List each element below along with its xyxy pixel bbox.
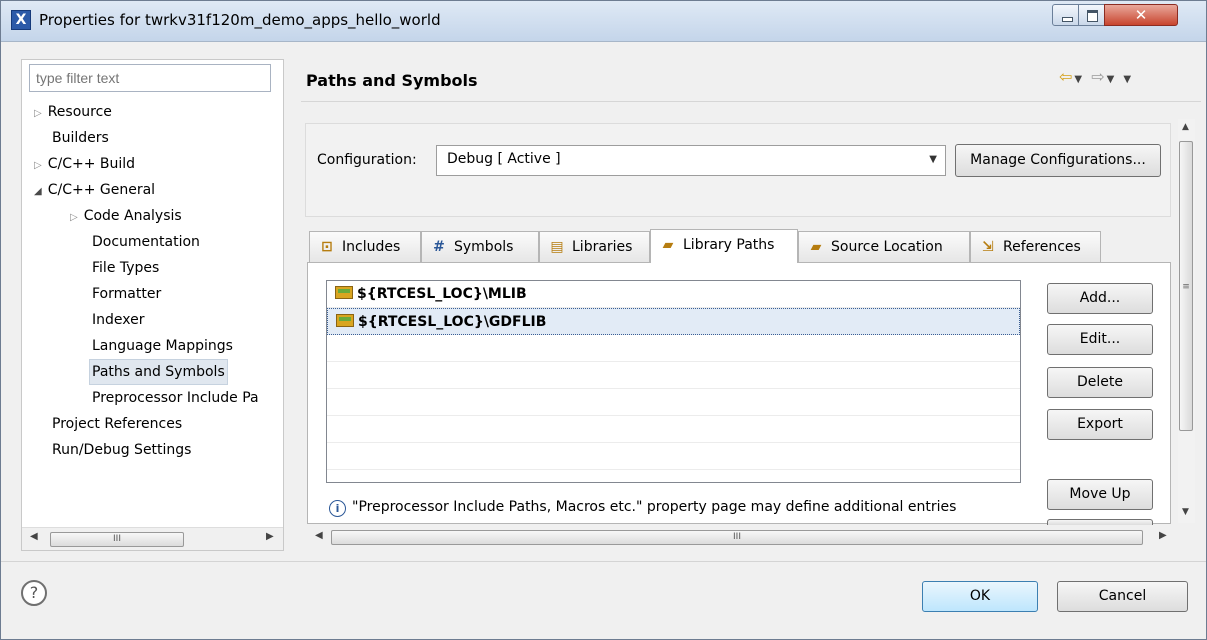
close-icon: ✕ bbox=[1134, 6, 1148, 24]
title-bar[interactable]: X Properties for twrkv31f120m_demo_apps_… bbox=[1, 1, 1206, 42]
add-button[interactable]: Add... bbox=[1047, 283, 1153, 314]
expand-icon[interactable]: ▷ bbox=[34, 108, 42, 119]
footer-divider bbox=[1, 561, 1206, 562]
app-icon: X bbox=[11, 10, 31, 30]
tree-item-code-analysis[interactable]: ▷ Code Analysis bbox=[70, 204, 182, 228]
tree-item-resource[interactable]: ▷ Resource bbox=[34, 100, 112, 124]
list-item-empty bbox=[327, 362, 1020, 389]
help-icon[interactable]: ? bbox=[21, 580, 47, 606]
expand-icon[interactable]: ▷ bbox=[70, 212, 78, 223]
scroll-left-icon[interactable]: ◀ bbox=[315, 530, 323, 541]
filter-input[interactable] bbox=[29, 64, 271, 92]
window-title: Properties for twrkv31f120m_demo_apps_he… bbox=[39, 11, 441, 29]
tree-item-run-debug-settings[interactable]: Run/Debug Settings bbox=[52, 438, 191, 462]
forward-menu-icon[interactable]: ▼ bbox=[1107, 74, 1117, 85]
scroll-left-icon[interactable]: ◀ bbox=[30, 531, 38, 542]
minimize-button[interactable] bbox=[1052, 4, 1079, 26]
properties-dialog: X Properties for twrkv31f120m_demo_apps_… bbox=[0, 0, 1207, 640]
scroll-down-icon[interactable]: ▼ bbox=[1182, 507, 1189, 517]
references-icon: ⇲ bbox=[982, 239, 994, 255]
scroll-thumb[interactable]: III bbox=[50, 532, 184, 547]
tree-item-builders[interactable]: Builders bbox=[52, 126, 109, 150]
list-item[interactable]: ${RTCESL_LOC}\MLIB bbox=[327, 281, 1020, 308]
configuration-select[interactable]: Debug [ Active ] ▼ bbox=[436, 145, 946, 176]
tree-horizontal-scrollbar[interactable]: ◀ III ▶ bbox=[22, 527, 283, 550]
chevron-down-icon: ▼ bbox=[929, 154, 937, 165]
list-item-empty bbox=[327, 416, 1020, 443]
forward-arrow-icon[interactable]: ⇨ bbox=[1091, 67, 1106, 86]
manage-configurations-button[interactable]: Manage Configurations... bbox=[955, 144, 1161, 177]
scroll-right-icon[interactable]: ▶ bbox=[1159, 530, 1167, 541]
tree-item-cc-build[interactable]: ▷ C/C++ Build bbox=[34, 152, 135, 176]
tab-references[interactable]: ⇲ References bbox=[970, 231, 1101, 262]
libraries-icon: ▤ bbox=[550, 239, 564, 255]
list-item[interactable]: ${RTCESL_LOC}\GDFLIB bbox=[327, 308, 1020, 335]
list-item-empty bbox=[327, 389, 1020, 416]
list-item-empty bbox=[327, 443, 1020, 470]
cancel-button[interactable]: Cancel bbox=[1057, 581, 1188, 612]
folder-icon: ▰ bbox=[662, 237, 674, 253]
page-horizontal-scrollbar[interactable]: ◀ III ▶ bbox=[307, 528, 1173, 546]
category-tree-pane: ▷Resource Builders ▷C/C++ Build ◢C/C++ G… bbox=[21, 59, 284, 551]
scroll-thumb[interactable]: III bbox=[331, 530, 1143, 545]
list-item-empty bbox=[327, 335, 1020, 362]
tree-item-indexer[interactable]: Indexer bbox=[92, 308, 144, 332]
info-message: "Preprocessor Include Paths, Macros etc.… bbox=[352, 499, 957, 515]
tree-item-formatter[interactable]: Formatter bbox=[92, 282, 161, 306]
tree-item-project-references[interactable]: Project References bbox=[52, 412, 182, 436]
tree-item-language-mappings[interactable]: Language Mappings bbox=[92, 334, 233, 358]
back-arrow-icon[interactable]: ⇦ bbox=[1059, 67, 1074, 86]
maximize-button[interactable] bbox=[1078, 4, 1105, 26]
tree-item-documentation[interactable]: Documentation bbox=[92, 230, 200, 254]
info-icon: i bbox=[329, 500, 346, 517]
folder-icon bbox=[335, 286, 353, 299]
tab-library-paths[interactable]: ▰ Library Paths bbox=[650, 229, 798, 263]
header-divider bbox=[301, 101, 1201, 102]
tab-includes[interactable]: ⊡ Includes bbox=[309, 231, 421, 262]
includes-icon: ⊡ bbox=[321, 239, 333, 255]
scroll-up-icon[interactable]: ▲ bbox=[1182, 122, 1189, 132]
tree-item-paths-and-symbols[interactable]: Paths and Symbols bbox=[89, 359, 228, 385]
move-up-button[interactable]: Move Up bbox=[1047, 479, 1153, 510]
delete-button[interactable]: Delete bbox=[1047, 367, 1153, 398]
configuration-label: Configuration: bbox=[317, 152, 417, 168]
ok-button[interactable]: OK bbox=[922, 581, 1038, 612]
export-button[interactable]: Export bbox=[1047, 409, 1153, 440]
back-menu-icon[interactable]: ▼ bbox=[1074, 74, 1084, 85]
move-down-button[interactable] bbox=[1047, 519, 1153, 525]
tab-symbols[interactable]: # Symbols bbox=[421, 231, 539, 262]
tree-item-cc-general[interactable]: ◢ C/C++ General bbox=[34, 178, 155, 202]
tab-source-location[interactable]: ▰ Source Location bbox=[798, 231, 970, 262]
tree-item-preprocessor-include[interactable]: Preprocessor Include Pa bbox=[92, 386, 282, 410]
view-menu-icon[interactable]: ▼ bbox=[1123, 74, 1133, 85]
scroll-right-icon[interactable]: ▶ bbox=[266, 531, 274, 542]
close-button[interactable]: ✕ bbox=[1104, 4, 1178, 26]
page-title: Paths and Symbols bbox=[306, 71, 478, 90]
library-paths-list[interactable]: ${RTCESL_LOC}\MLIB ${RTCESL_LOC}\GDFLIB bbox=[326, 280, 1021, 483]
page-vertical-scrollbar[interactable]: ▲ ≡ ▼ bbox=[1178, 119, 1195, 523]
configuration-value: Debug [ Active ] bbox=[447, 151, 561, 167]
hash-icon: # bbox=[433, 239, 445, 255]
page-navigation: ⇦▼ ⇨▼ ▼ bbox=[1059, 67, 1133, 86]
tree-item-file-types[interactable]: File Types bbox=[92, 256, 159, 280]
collapse-icon[interactable]: ◢ bbox=[34, 186, 42, 197]
tab-libraries[interactable]: ▤ Libraries bbox=[539, 231, 650, 262]
expand-icon[interactable]: ▷ bbox=[34, 160, 42, 171]
scroll-thumb[interactable]: ≡ bbox=[1179, 141, 1193, 431]
edit-button[interactable]: Edit... bbox=[1047, 324, 1153, 355]
source-folder-icon: ▰ bbox=[810, 239, 822, 255]
folder-icon bbox=[336, 314, 354, 327]
